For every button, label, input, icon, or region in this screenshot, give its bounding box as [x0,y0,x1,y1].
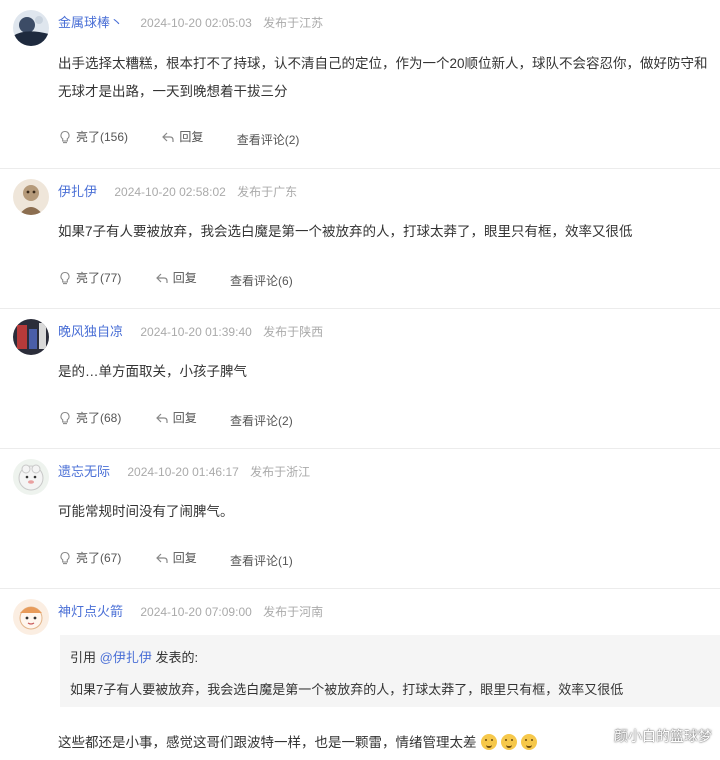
username[interactable]: 伊扎伊 [58,184,97,199]
reply-label: 回复 [172,271,197,285]
like-label: 亮了(156) [76,130,129,144]
timestamp: 2024-10-20 07:09:00 [140,605,252,619]
location: 发布于广东 [237,185,298,199]
avatar[interactable] [13,599,49,635]
like-button[interactable]: 亮了(67) [58,549,121,566]
reply-button[interactable]: 回复 [155,269,197,286]
location: 发布于河南 [263,605,324,619]
reply-icon [155,413,168,423]
comment-item: 金属球棒丶 2024-10-20 02:05:03 发布于江苏 出手选择太糟糕，… [0,0,720,169]
timestamp: 2024-10-20 01:46:17 [127,465,239,479]
quote-user-link[interactable]: @伊扎伊 [100,650,152,665]
timestamp: 2024-10-20 02:05:03 [140,16,252,30]
reply-icon [155,553,168,563]
avatar[interactable] [13,319,49,355]
avatar[interactable] [13,10,49,46]
quote-prefix: 引用 [70,650,100,665]
like-button[interactable]: 亮了(156) [58,128,128,145]
reply-label: 回复 [172,411,197,425]
location: 发布于陕西 [263,325,324,339]
reply-button[interactable]: 回复 [161,128,203,145]
quote-header: 引用 @伊扎伊 发表的: [70,647,198,666]
view-comments-label: 查看评论(2) [230,413,293,428]
username[interactable]: 神灯点火箭 [58,604,123,619]
lightbulb-icon [60,551,70,564]
emoji-icon [480,734,497,750]
username[interactable]: 晚风独自凉 [58,324,123,339]
quote-text: 如果7子有人要被放弃，我会选白魔是第一个被放弃的人，打球太莽了，眼里只有框，效率… [70,682,624,697]
avatar[interactable] [13,459,49,495]
like-label: 亮了(67) [76,551,122,565]
emoji-icon [500,734,517,750]
lightbulb-icon [60,411,70,424]
username[interactable]: 金属球棒丶 [58,15,123,30]
like-button[interactable]: 亮了(68) [58,409,121,426]
username[interactable]: 遗忘无际 [58,464,110,479]
like-label: 亮了(68) [76,411,122,425]
comment-body: 这些都还是小事，感觉这哥们跟波特一样，也是一颗雷，情绪管理太差 [58,729,710,757]
emoji-icon [520,734,537,750]
comment-text: 出手选择太糟糕，根本打不了持球，认不清自己的定位，作为一个20顺位新人，球队不会… [58,56,708,99]
comment-text: 是的…单方面取关，小孩子脾气 [58,364,247,379]
view-comments-button[interactable]: 查看评论(1) [230,552,293,569]
view-comments-label: 查看评论(1) [230,553,293,568]
comment-text: 可能常规时间没有了闹脾气。 [58,504,234,519]
reply-button[interactable]: 回复 [155,549,197,566]
view-comments-button[interactable]: 查看评论(6) [230,272,293,289]
like-button[interactable]: 亮了(77) [58,269,121,286]
lightbulb-icon [60,271,70,284]
timestamp: 2024-10-20 01:39:40 [140,325,252,339]
comment-item: 遗忘无际 2024-10-20 01:46:17 发布于浙江 可能常规时间没有了… [0,449,720,589]
reply-label: 回复 [172,551,197,565]
avatar[interactable] [13,179,49,215]
location: 发布于江苏 [263,16,324,30]
view-comments-button[interactable]: 查看评论(2) [230,412,293,429]
comment-item: 伊扎伊 2024-10-20 02:58:02 发布于广东 如果7子有人要被放弃… [0,169,720,309]
reply-button[interactable]: 回复 [155,409,197,426]
quote-block: 引用 @伊扎伊 发表的: 如果7子有人要被放弃，我会选白魔是第一个被放弃的人，打… [60,635,720,707]
view-comments-label: 查看评论(6) [230,273,293,288]
timestamp: 2024-10-20 02:58:02 [114,185,226,199]
reply-label: 回复 [179,130,204,144]
view-comments-label: 查看评论(2) [236,132,300,147]
comment-item: 神灯点火箭 2024-10-20 07:09:00 发布于河南 引用 @伊扎伊 … [0,589,720,760]
reply-icon [155,273,168,283]
reply-icon [162,132,174,142]
like-label: 亮了(77) [76,271,122,285]
comment-text: 如果7子有人要被放弃，我会选白魔是第一个被放弃的人，打球太莽了，眼里只有框，效率… [58,224,633,239]
location: 发布于浙江 [250,465,311,479]
lightbulb-icon [60,130,70,143]
view-comments-button[interactable]: 查看评论(2) [237,131,300,148]
comment-item: 晚风独自凉 2024-10-20 01:39:40 发布于陕西 是的…单方面取关… [0,309,720,449]
quote-suffix: 发表的: [151,650,199,665]
comment-text: 这些都还是小事，感觉这哥们跟波特一样，也是一颗雷，情绪管理太差 [58,735,477,750]
watermark: 颜小白的篮球梦 [614,728,712,744]
